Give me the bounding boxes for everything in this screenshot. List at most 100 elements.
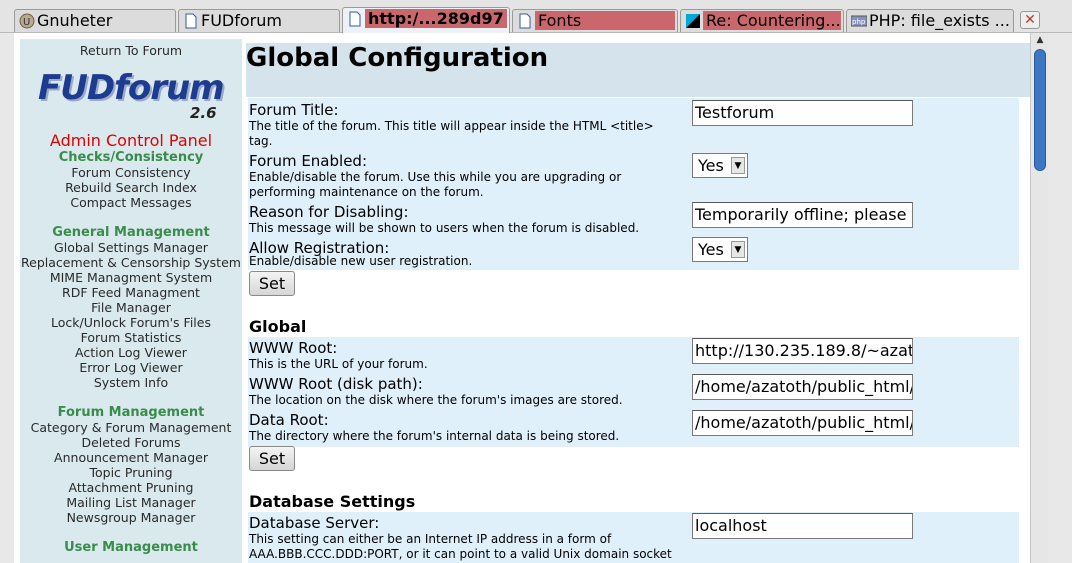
return-to-forum-link[interactable]: Return To Forum bbox=[20, 43, 242, 58]
setting-row-forum-title: Forum Title: The title of the forum. Thi… bbox=[248, 98, 1019, 148]
sidebar-link[interactable]: RDF Feed Managment bbox=[20, 285, 242, 300]
sidebar-link[interactable]: Lock/Unlock Forum's Files bbox=[20, 315, 242, 330]
tab-fonts[interactable]: Fonts bbox=[512, 9, 678, 32]
tab-label: FUDforum bbox=[201, 11, 282, 30]
setting-label: WWW Root: bbox=[249, 339, 338, 357]
logo-text: FUDforum bbox=[38, 68, 225, 108]
sidebar-link[interactable]: Compact Messages bbox=[20, 195, 242, 210]
sidebar-link[interactable]: System Info bbox=[20, 375, 242, 390]
sidebar-link[interactable]: Mailing List Manager bbox=[20, 495, 242, 510]
setting-description: This is the URL of your forum. bbox=[249, 357, 428, 371]
admin-sidebar: Return To Forum FUDforum 2.6 Admin Contr… bbox=[20, 39, 242, 563]
tab-label: http:/...289d97 bbox=[365, 9, 507, 28]
tab-bar: U Gnuheter FUDforum http:/...289d97 Font… bbox=[0, 0, 1072, 33]
tab-fudforum[interactable]: FUDforum bbox=[178, 9, 340, 32]
tab-countering[interactable]: Re: Countering... bbox=[680, 9, 844, 32]
sidebar-link[interactable]: Category & Forum Management bbox=[20, 420, 242, 435]
allow-registration-select[interactable]: Yes ▼ bbox=[692, 237, 748, 262]
tab-label: Gnuheter bbox=[37, 11, 113, 30]
sidebar-link[interactable]: Attachment Pruning bbox=[20, 480, 242, 495]
config-main: Global Configuration Forum Title: The ti… bbox=[244, 39, 1030, 563]
page-icon bbox=[347, 11, 363, 27]
data-root-input[interactable]: /home/azatoth/public_html/f bbox=[692, 410, 913, 436]
setting-label: Reason for Disabling: bbox=[249, 203, 409, 221]
setting-row-www-root: WWW Root: This is the URL of your forum.… bbox=[248, 337, 1019, 372]
chevron-down-icon: ▼ bbox=[731, 241, 745, 258]
setting-label: Forum Title: bbox=[249, 101, 339, 119]
set-button-global[interactable]: Set bbox=[249, 446, 295, 471]
database-heading: Database Settings bbox=[249, 492, 416, 511]
select-value: Yes bbox=[698, 156, 724, 175]
page-icon bbox=[183, 13, 199, 29]
fudforum-logo: FUDforum 2.6 bbox=[20, 68, 242, 126]
tab-label: Re: Countering... bbox=[703, 11, 841, 30]
admin-panel-title: Admin Control Panel bbox=[49, 131, 213, 150]
setting-description: Enable/disable new user registration. bbox=[249, 254, 473, 268]
setting-row-data-root: Data Root: The directory where the forum… bbox=[248, 409, 1019, 445]
setting-row-disable-reason: Reason for Disabling: This message will … bbox=[248, 200, 1019, 235]
tab-label: PHP: file_exists ... bbox=[869, 11, 1010, 30]
section-user: User Management bbox=[64, 540, 198, 555]
disable-reason-input[interactable]: Temporarily offline; please c bbox=[692, 202, 913, 228]
database-settings-block: Database Server: This setting can either… bbox=[248, 512, 1019, 563]
svg-text:U: U bbox=[23, 17, 30, 28]
sidebar-link[interactable]: Error Log Viewer bbox=[20, 360, 242, 375]
chevron-down-icon: ▼ bbox=[731, 157, 745, 174]
close-tab-icon[interactable]: ✕ bbox=[1020, 11, 1040, 29]
setting-description: Enable/disable the forum. Use this while… bbox=[249, 170, 622, 199]
section-general: General Management bbox=[52, 225, 210, 240]
www-root-input[interactable]: http://130.235.189.8/~azato bbox=[692, 338, 913, 364]
setting-description: The location on the disk where the forum… bbox=[249, 393, 623, 407]
page-title: Global Configuration bbox=[246, 43, 1030, 97]
select-value: Yes bbox=[698, 240, 724, 259]
scroll-thumb[interactable] bbox=[1034, 49, 1046, 171]
section-checks: Checks/Consistency bbox=[58, 150, 204, 165]
setting-description: This message will be shown to users when… bbox=[249, 221, 640, 235]
colorful-icon bbox=[685, 13, 701, 29]
global-heading: Global bbox=[249, 317, 307, 336]
setting-label: Forum Enabled: bbox=[249, 152, 367, 170]
tab-php-file-exists[interactable]: php PHP: file_exists ... bbox=[846, 9, 1014, 32]
scroll-up-icon[interactable]: ▲ bbox=[1033, 35, 1047, 47]
sidebar-link[interactable]: Global Settings Manager bbox=[20, 240, 242, 255]
set-button-general[interactable]: Set bbox=[249, 271, 295, 296]
www-root-path-input[interactable]: /home/azatoth/public_html/f bbox=[692, 374, 913, 400]
window-edge bbox=[1048, 33, 1072, 563]
setting-label: WWW Root (disk path): bbox=[249, 375, 423, 393]
global-settings-block: WWW Root: This is the URL of your forum.… bbox=[248, 337, 1019, 447]
setting-description: The directory where the forum's internal… bbox=[249, 429, 620, 443]
sidebar-link[interactable]: Announcement Manager bbox=[20, 450, 242, 465]
sidebar-link[interactable]: Forum Consistency bbox=[20, 165, 242, 180]
forum-title-input[interactable]: Testforum bbox=[692, 100, 913, 126]
general-settings-block: Forum Title: The title of the forum. Thi… bbox=[248, 98, 1019, 270]
setting-description: This setting can either be an Internet I… bbox=[249, 532, 672, 561]
setting-row-forum-enabled: Forum Enabled: Enable/disable the forum.… bbox=[248, 149, 1019, 199]
sidebar-link[interactable]: Newsgroup Manager bbox=[20, 510, 242, 525]
sidebar-link[interactable]: Topic Pruning bbox=[20, 465, 242, 480]
svg-text:php: php bbox=[852, 18, 866, 26]
forum-enabled-select[interactable]: Yes ▼ bbox=[692, 153, 748, 178]
tab-active-url[interactable]: http:/...289d97 bbox=[342, 7, 510, 33]
vertical-scrollbar[interactable]: ▲ bbox=[1030, 33, 1048, 563]
setting-row-www-root-path: WWW Root (disk path): The location on th… bbox=[248, 373, 1019, 408]
sidebar-link[interactable]: MIME Managment System bbox=[20, 270, 242, 285]
tab-gnuheter[interactable]: U Gnuheter bbox=[14, 9, 176, 32]
tab-label: Fonts bbox=[535, 11, 675, 30]
setting-description: The title of the forum. This title will … bbox=[249, 119, 654, 148]
php-icon: php bbox=[850, 13, 868, 29]
page-icon bbox=[517, 13, 533, 29]
sidebar-link[interactable]: Rebuild Search Index bbox=[20, 180, 242, 195]
sidebar-link[interactable]: Action Log Viewer bbox=[20, 345, 242, 360]
sidebar-link[interactable]: Replacement & Censorship System bbox=[20, 255, 242, 270]
sidebar-link[interactable]: Deleted Forums bbox=[20, 435, 242, 450]
setting-label: Database Server: bbox=[249, 514, 380, 532]
sidebar-link[interactable]: Forum Statistics bbox=[20, 330, 242, 345]
setting-row-allow-registration: Allow Registration: Enable/disable new u… bbox=[248, 236, 1019, 269]
page-content: Return To Forum FUDforum 2.6 Admin Contr… bbox=[14, 33, 1030, 563]
setting-label: Data Root: bbox=[249, 411, 329, 429]
gnu-icon: U bbox=[19, 13, 35, 29]
sidebar-link[interactable]: File Manager bbox=[20, 300, 242, 315]
database-server-input[interactable]: localhost bbox=[692, 513, 913, 539]
logo-version: 2.6 bbox=[190, 104, 217, 122]
setting-row-database-server: Database Server: This setting can either… bbox=[248, 512, 1019, 563]
